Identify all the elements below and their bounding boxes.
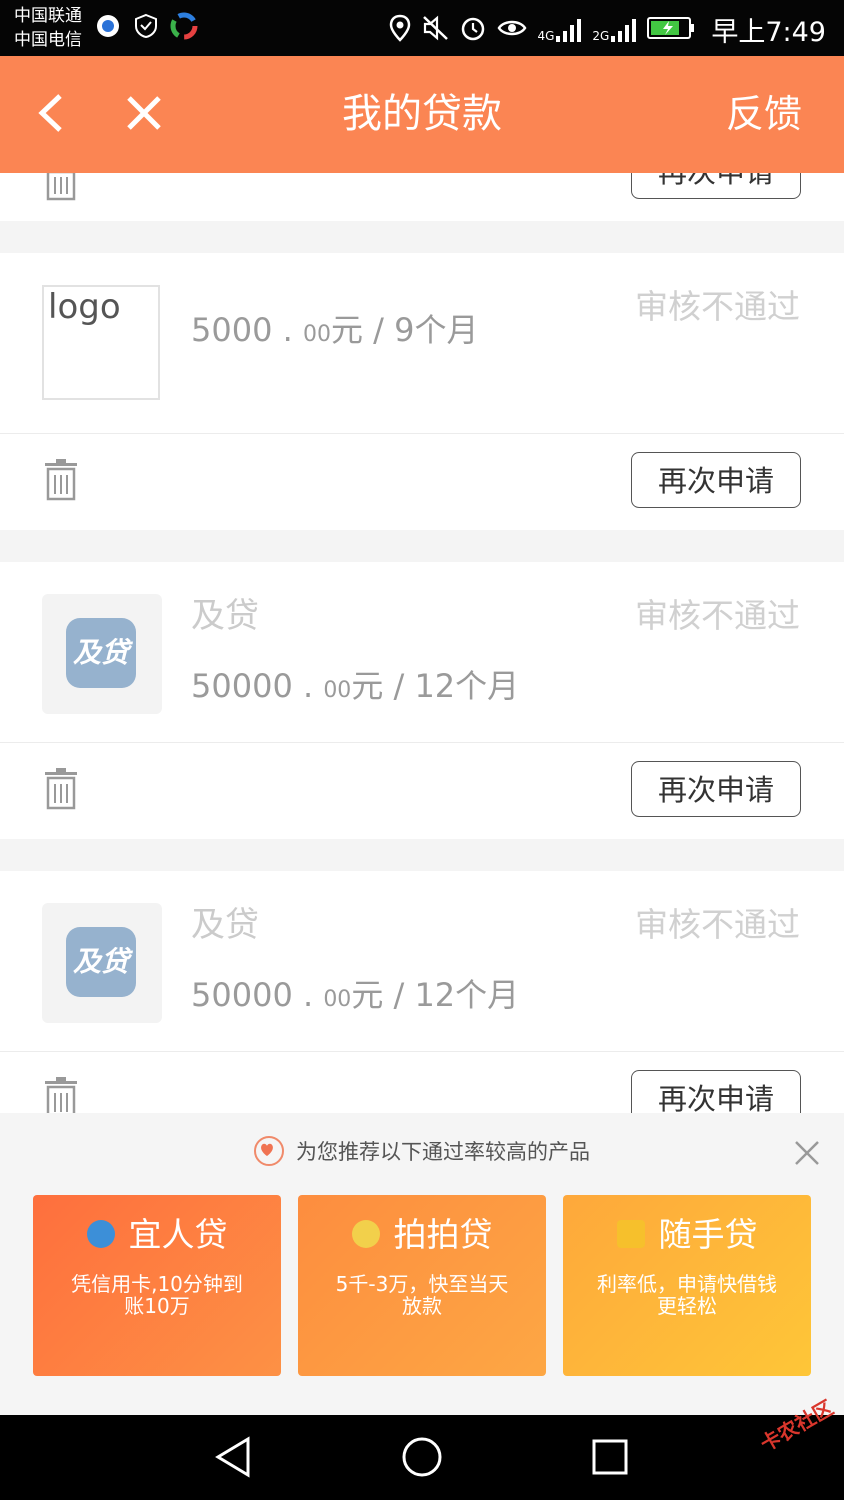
jidai-logo: 及贷 [42, 903, 162, 1023]
eye-icon [497, 16, 527, 44]
loan-card: 及贷 及贷 50000 . 00元 / 12个月 审核不通过 再次申请 [0, 871, 844, 1113]
status-bar: 中国联通 中国电信 4G 2G 早上7:49 [0, 0, 844, 56]
loan-card-partial: 再次申请 [0, 173, 844, 221]
trash-icon[interactable] [42, 768, 80, 810]
clock: 早上7:49 [711, 17, 826, 48]
feedback-button[interactable]: 反馈 [726, 86, 802, 142]
app-header: 我的贷款 反馈 [0, 56, 844, 173]
jidai-logo-mark: 及贷 [66, 927, 136, 997]
loan-status: 审核不通过 [635, 596, 800, 635]
loan-status: 审核不通过 [635, 287, 800, 326]
product-name: 随手贷 [658, 1215, 758, 1254]
system-nav-bar [0, 1415, 844, 1500]
carrier-info: 中国联通 中国电信 [14, 4, 82, 52]
location-icon [389, 14, 411, 46]
heart-icon [254, 1136, 284, 1166]
loan-amount: 50000 . 00元 / 12个月 [191, 976, 520, 1014]
divider [0, 839, 844, 871]
reapply-button[interactable]: 再次申请 [631, 1070, 801, 1113]
mute-icon [421, 14, 449, 46]
product-desc: 利率低，申请快借钱更轻松 [597, 1272, 777, 1318]
money-bag-icon [351, 1219, 380, 1248]
trash-icon[interactable] [42, 1077, 80, 1113]
home-circle-icon[interactable] [400, 1435, 444, 1479]
shield-icon [132, 12, 160, 40]
reapply-button[interactable]: 再次申请 [631, 761, 801, 817]
loan-list[interactable]: 再次申请 logo 5000 . 00元 / 9个月 审核不通过 再次申请 及贷… [0, 173, 844, 1113]
back-triangle-icon[interactable] [212, 1435, 256, 1479]
recents-square-icon[interactable] [588, 1435, 632, 1479]
product-card-paipaidai[interactable]: 拍拍贷 5千-3万，快至当天放款 [298, 1195, 546, 1376]
product-card-yirendai[interactable]: 宜人贷 凭信用卡,10分钟到账10万 [33, 1195, 281, 1376]
trash-icon[interactable] [42, 173, 80, 201]
reapply-button[interactable]: 再次申请 [631, 452, 801, 508]
loan-card: 及贷 及贷 50000 . 00元 / 12个月 审核不通过 再次申请 [0, 562, 844, 839]
yirendai-icon [86, 1219, 115, 1248]
signal-4g-icon: 4G [537, 18, 582, 42]
product-name: 拍拍贷 [393, 1215, 493, 1254]
divider [0, 221, 844, 253]
recommendation-title: 为您推荐以下通过率较高的产品 [296, 1140, 590, 1164]
carrier-2: 中国电信 [14, 30, 82, 50]
close-icon[interactable] [794, 1140, 820, 1166]
lender-name: 及贷 [191, 596, 259, 636]
loan-status: 审核不通过 [635, 905, 800, 944]
product-card-suishoudai[interactable]: 随手贷 利率低，申请快借钱更轻松 [563, 1195, 811, 1376]
product-desc: 凭信用卡,10分钟到账10万 [71, 1272, 243, 1318]
loan-amount: 5000 . 00元 / 9个月 [191, 311, 479, 349]
product-desc: 5千-3万，快至当天放款 [335, 1272, 509, 1318]
lender-logo-placeholder: logo [42, 285, 160, 400]
alarm-icon [459, 14, 487, 46]
app-ring-icon [170, 12, 198, 40]
page-title: 我的贷款 [342, 91, 502, 137]
qq-icon [94, 12, 122, 40]
coins-icon [616, 1219, 645, 1248]
carrier-1: 中国联通 [14, 6, 82, 26]
loan-amount: 50000 . 00元 / 12个月 [191, 667, 520, 705]
trash-icon[interactable] [42, 459, 80, 501]
recommendation-panel: 为您推荐以下通过率较高的产品 宜人贷 凭信用卡,10分钟到账10万 拍拍贷 5千… [0, 1113, 844, 1415]
divider [0, 530, 844, 562]
reapply-button-partial[interactable]: 再次申请 [631, 173, 801, 199]
jidai-logo: 及贷 [42, 594, 162, 714]
loan-card: logo 5000 . 00元 / 9个月 审核不通过 再次申请 [0, 253, 844, 530]
lender-name: 及贷 [191, 905, 259, 945]
signal-2g-icon: 2G [592, 18, 637, 42]
product-name: 宜人贷 [128, 1215, 228, 1254]
recommendation-header: 为您推荐以下通过率较高的产品 [0, 1133, 844, 1177]
battery-icon [647, 16, 695, 44]
jidai-logo-mark: 及贷 [66, 618, 136, 688]
